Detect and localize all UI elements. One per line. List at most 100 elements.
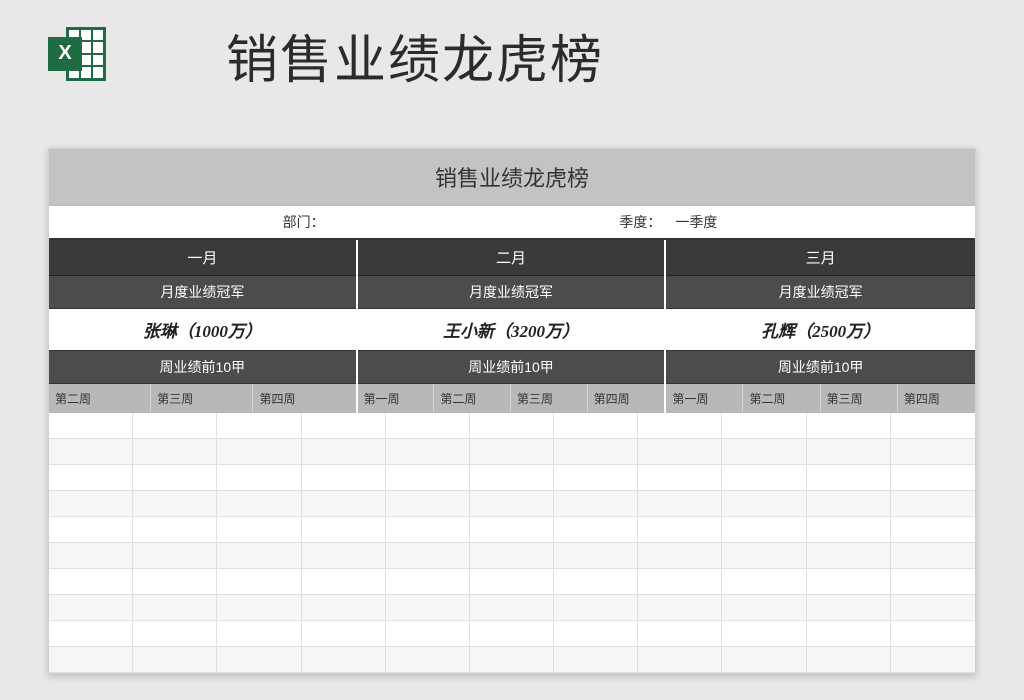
cell [386, 647, 470, 673]
cell [554, 465, 638, 491]
cell [554, 517, 638, 543]
table-row [49, 517, 975, 543]
cell [133, 439, 217, 465]
data-grid [49, 413, 975, 673]
champ-label: 月度业绩冠军 [358, 276, 665, 309]
month-feb: 二月 月度业绩冠军 王小新（3200万） 周业绩前10甲 第一周 第二周 第三周… [358, 240, 667, 413]
cell [217, 595, 301, 621]
cell [133, 491, 217, 517]
weeks-head: 第一周 第二周 第三周 第四周 [358, 384, 665, 413]
cell [891, 595, 975, 621]
cell [554, 543, 638, 569]
cell [49, 413, 133, 439]
week-col: 第四周 [588, 384, 665, 413]
month-name: 二月 [358, 240, 665, 276]
cell [891, 517, 975, 543]
cell [638, 595, 722, 621]
cell [386, 413, 470, 439]
cell [807, 647, 891, 673]
week-col: 第三周 [511, 384, 588, 413]
cell [722, 569, 806, 595]
cell [217, 413, 301, 439]
cell [722, 491, 806, 517]
cell [807, 543, 891, 569]
cell [302, 439, 386, 465]
cell [302, 491, 386, 517]
cell [638, 439, 722, 465]
cell [470, 413, 554, 439]
cell [302, 621, 386, 647]
champion-name: 孔辉（2500万） [666, 309, 975, 351]
champ-label: 月度业绩冠军 [666, 276, 975, 309]
excel-icon: X [48, 27, 106, 85]
weeks-head: 第一周 第二周 第三周 第四周 [666, 384, 975, 413]
cell [638, 543, 722, 569]
month-name: 三月 [666, 240, 975, 276]
week-col: 第二周 [743, 384, 820, 413]
cell [49, 595, 133, 621]
table-row [49, 413, 975, 439]
cell [470, 621, 554, 647]
cell [302, 517, 386, 543]
cell [470, 543, 554, 569]
cell [891, 413, 975, 439]
dept-label: 部门： [49, 206, 558, 238]
champ-label: 月度业绩冠军 [49, 276, 356, 309]
cell [386, 569, 470, 595]
cell [638, 517, 722, 543]
cell [302, 569, 386, 595]
sheet-title: 销售业绩龙虎榜 [49, 149, 975, 206]
week-top10-label: 周业绩前10甲 [49, 351, 356, 384]
cell [133, 621, 217, 647]
cell [554, 621, 638, 647]
cell [638, 465, 722, 491]
cell [722, 595, 806, 621]
table-row [49, 439, 975, 465]
cell [386, 595, 470, 621]
cell [722, 413, 806, 439]
cell [807, 439, 891, 465]
cell [133, 517, 217, 543]
cell [386, 543, 470, 569]
cell [386, 517, 470, 543]
cell [722, 439, 806, 465]
header: X 销售业绩龙虎榜 [0, 0, 1024, 121]
week-col: 第二周 [434, 384, 511, 413]
cell [554, 491, 638, 517]
week-top10-label: 周业绩前10甲 [666, 351, 975, 384]
table-row [49, 569, 975, 595]
cell [554, 413, 638, 439]
table-row [49, 491, 975, 517]
cell [470, 439, 554, 465]
cell [386, 491, 470, 517]
cell [470, 569, 554, 595]
quarter-value: 一季度 [669, 206, 975, 238]
cell [554, 569, 638, 595]
month-mar: 三月 月度业绩冠军 孔辉（2500万） 周业绩前10甲 第一周 第二周 第三周 … [666, 240, 975, 413]
cell [49, 647, 133, 673]
sheet-preview: 销售业绩龙虎榜 部门： 季度： 一季度 一月 月度业绩冠军 张琳（1000万） … [48, 148, 976, 674]
cell [49, 543, 133, 569]
cell [722, 647, 806, 673]
week-col: 第三周 [821, 384, 898, 413]
month-name: 一月 [49, 240, 356, 276]
cell [49, 621, 133, 647]
cell [807, 491, 891, 517]
cell [891, 543, 975, 569]
cell [470, 595, 554, 621]
meta-row: 部门： 季度： 一季度 [49, 206, 975, 240]
cell [133, 647, 217, 673]
cell [722, 465, 806, 491]
cell [891, 491, 975, 517]
cell [470, 491, 554, 517]
week-col: 第二周 [49, 384, 151, 413]
cell [554, 439, 638, 465]
cell [302, 543, 386, 569]
weeks-head: 第二周 第三周 第四周 [49, 384, 356, 413]
table-row [49, 647, 975, 673]
cell [217, 647, 301, 673]
cell [217, 517, 301, 543]
table-row [49, 621, 975, 647]
cell [807, 413, 891, 439]
cell [133, 595, 217, 621]
